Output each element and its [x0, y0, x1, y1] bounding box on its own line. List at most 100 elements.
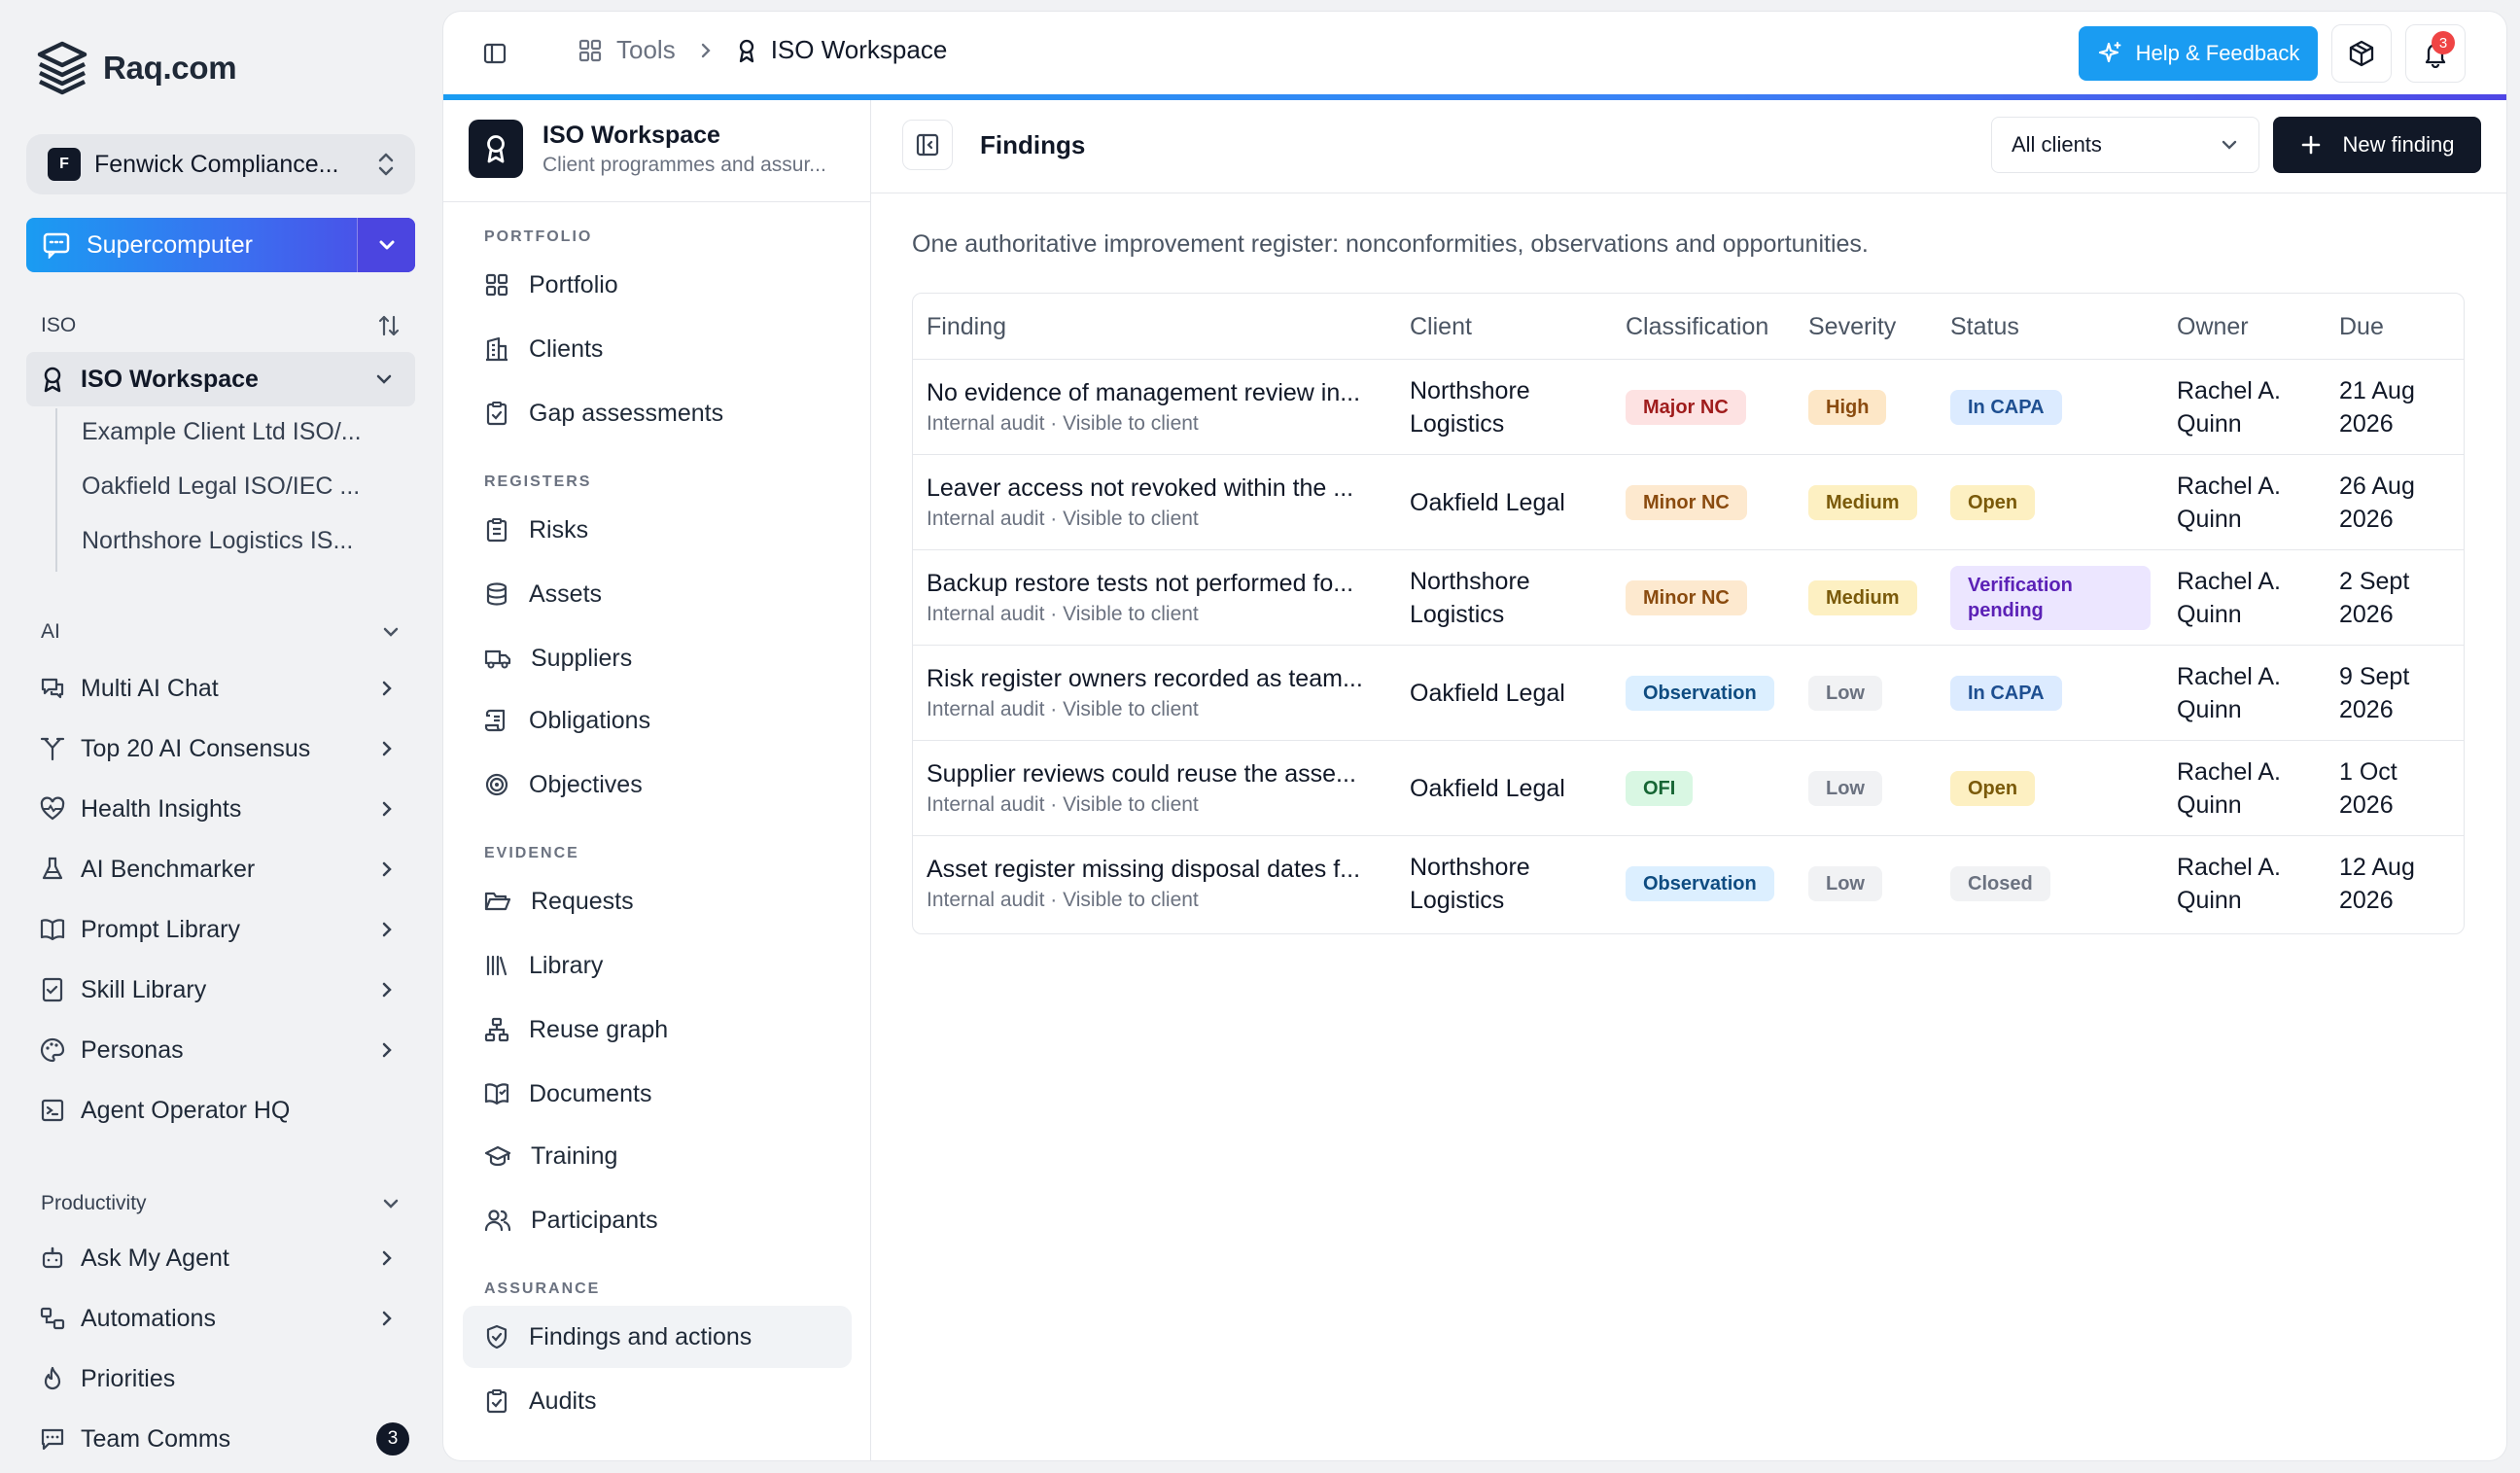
breadcrumb: Tools ISO Workspace: [578, 35, 947, 65]
nav-suppliers[interactable]: Suppliers: [463, 627, 852, 689]
nav-objectives[interactable]: Objectives: [463, 754, 852, 816]
column-header-due[interactable]: Due: [2339, 313, 2384, 341]
nav-clients[interactable]: Clients: [463, 318, 852, 380]
sidebar-subitem-northshore-logistics[interactable]: Northshore Logistics IS...: [82, 527, 402, 555]
nav-portfolio[interactable]: Portfolio: [463, 254, 852, 316]
nav-gap-assessments[interactable]: Gap assessments: [463, 382, 852, 444]
nav-participants[interactable]: Participants: [463, 1189, 852, 1251]
sidebar-item-label: Prompt Library: [81, 915, 240, 943]
chevron-down-icon[interactable]: [374, 372, 394, 386]
finding-due: 21 Aug 2026: [2339, 377, 2415, 438]
supercomputer-button[interactable]: Supercomputer: [26, 218, 415, 272]
section-productivity[interactable]: Productivity: [41, 1192, 401, 1215]
content-header: Findings All clients New finding: [871, 100, 2506, 193]
column-header-severity[interactable]: Severity: [1808, 313, 1896, 341]
terminal-icon: [40, 1098, 65, 1123]
sidebar-item-health-insights[interactable]: Health Insights: [26, 782, 415, 836]
nav-requests[interactable]: Requests: [463, 870, 852, 932]
chevron-right-icon: [380, 1040, 394, 1060]
new-finding-button[interactable]: New finding: [2273, 117, 2481, 173]
nav-library[interactable]: Library: [463, 934, 852, 997]
heart-pulse-icon: [40, 796, 65, 822]
table-row[interactable]: Asset register missing disposal dates f.…: [913, 836, 2464, 931]
grid-icon: [578, 38, 603, 63]
nav-documents[interactable]: Documents: [463, 1063, 852, 1125]
column-header-owner[interactable]: Owner: [2177, 313, 2249, 341]
nav-label: Requests: [531, 887, 634, 915]
breadcrumb-current: ISO Workspace: [770, 35, 948, 64]
nav-label: Risks: [529, 515, 589, 544]
client-filter-select[interactable]: All clients: [1991, 117, 2259, 173]
sidebar-item-multi-ai-chat[interactable]: Multi AI Chat: [26, 661, 415, 716]
clipboard-list-icon: [484, 517, 509, 543]
package-icon: [2347, 39, 2376, 68]
sidebar-item-personas[interactable]: Personas: [26, 1023, 415, 1077]
help-feedback-button[interactable]: Help & Feedback: [2079, 26, 2318, 81]
nav-findings-and-actions[interactable]: Findings and actions: [463, 1306, 852, 1368]
nav-training[interactable]: Training: [463, 1125, 852, 1187]
finding-title[interactable]: Risk register owners recorded as team...: [927, 665, 1393, 693]
top-bar: Tools ISO Workspace Help & Feedback 3: [443, 12, 2506, 97]
severity-badge: High: [1808, 390, 1887, 425]
table-row[interactable]: No evidence of management review in... I…: [913, 360, 2464, 455]
sidebar-toggle-icon[interactable]: [482, 41, 508, 66]
sidebar-subitem-example-client[interactable]: Example Client Ltd ISO/...: [82, 418, 402, 446]
sidebar-item-top-20-ai-consensus[interactable]: Top 20 AI Consensus: [26, 721, 415, 776]
brand[interactable]: Raq.com: [35, 39, 237, 97]
classification-badge: OFI: [1626, 771, 1694, 806]
palette-icon: [40, 1037, 65, 1063]
supercomputer-label: Supercomputer: [87, 230, 253, 259]
finding-title[interactable]: Asset register missing disposal dates f.…: [927, 856, 1393, 884]
finding-title[interactable]: Supplier reviews could reuse the asse...: [927, 760, 1393, 789]
column-header-status[interactable]: Status: [1950, 313, 2019, 341]
column-header-client[interactable]: Client: [1410, 313, 1472, 341]
finding-title[interactable]: No evidence of management review in...: [927, 379, 1393, 407]
supercomputer-menu-button[interactable]: [357, 218, 415, 272]
severity-badge: Medium: [1808, 485, 1917, 520]
nav-reuse-graph[interactable]: Reuse graph: [463, 999, 852, 1061]
folder-open-icon: [484, 889, 511, 914]
sort-icon[interactable]: [377, 313, 401, 338]
sidebar-item-automations[interactable]: Automations: [26, 1291, 415, 1346]
nav-risks[interactable]: Risks: [463, 499, 852, 561]
book-open-check-icon: [484, 1081, 509, 1106]
nav-label: Obligations: [529, 706, 651, 734]
sidebar-item-ask-my-agent[interactable]: Ask My Agent: [26, 1231, 415, 1285]
notifications-button[interactable]: 3: [2405, 24, 2466, 83]
section-iso[interactable]: ISO: [41, 313, 401, 338]
new-finding-label: New finding: [2342, 132, 2455, 157]
sidebar-item-ai-benchmarker[interactable]: AI Benchmarker: [26, 842, 415, 896]
building-icon: [484, 336, 509, 362]
column-header-finding[interactable]: Finding: [927, 313, 1006, 341]
table-row[interactable]: Risk register owners recorded as team...…: [913, 646, 2464, 741]
chevron-down-icon: [2220, 138, 2239, 152]
packages-button[interactable]: [2331, 24, 2392, 83]
organization-switcher[interactable]: F Fenwick Compliance...: [26, 134, 415, 194]
section-ai[interactable]: AI: [41, 620, 401, 644]
finding-title[interactable]: Backup restore tests not performed fo...: [927, 570, 1393, 598]
sidebar-item-iso-workspace[interactable]: ISO Workspace: [26, 352, 415, 406]
sidebar-subitem-oakfield-legal[interactable]: Oakfield Legal ISO/IEC ...: [82, 473, 402, 501]
classification-badge: Minor NC: [1626, 580, 1747, 615]
table-row[interactable]: Supplier reviews could reuse the asse...…: [913, 741, 2464, 836]
nav-obligations[interactable]: Obligations: [463, 689, 852, 752]
nav-label: Reuse graph: [529, 1015, 669, 1043]
sidebar-item-prompt-library[interactable]: Prompt Library: [26, 902, 415, 957]
table-row[interactable]: Leaver access not revoked within the ...…: [913, 455, 2464, 550]
column-header-classification[interactable]: Classification: [1626, 313, 1768, 341]
sidebar-item-team-comms[interactable]: Team Comms 3: [26, 1412, 415, 1466]
sidebar-item-agent-operator-hq[interactable]: Agent Operator HQ: [26, 1083, 415, 1138]
sidebar-item-skill-library[interactable]: Skill Library: [26, 963, 415, 1017]
nav-audits[interactable]: Audits: [463, 1370, 852, 1432]
supercomputer-main[interactable]: Supercomputer: [26, 218, 357, 272]
finding-owner: Rachel A. Quinn: [2177, 854, 2282, 914]
table-row[interactable]: Backup restore tests not performed fo...…: [913, 550, 2464, 646]
collapse-nav-button[interactable]: [902, 120, 953, 170]
nav-assets[interactable]: Assets: [463, 563, 852, 625]
nav-label: Portfolio: [529, 270, 618, 298]
group-assurance: ASSURANCE: [484, 1280, 601, 1297]
breadcrumb-tools[interactable]: Tools: [616, 35, 676, 65]
sidebar-item-label: AI Benchmarker: [81, 855, 256, 883]
finding-title[interactable]: Leaver access not revoked within the ...: [927, 474, 1393, 503]
sidebar-item-priorities[interactable]: Priorities: [26, 1351, 415, 1406]
